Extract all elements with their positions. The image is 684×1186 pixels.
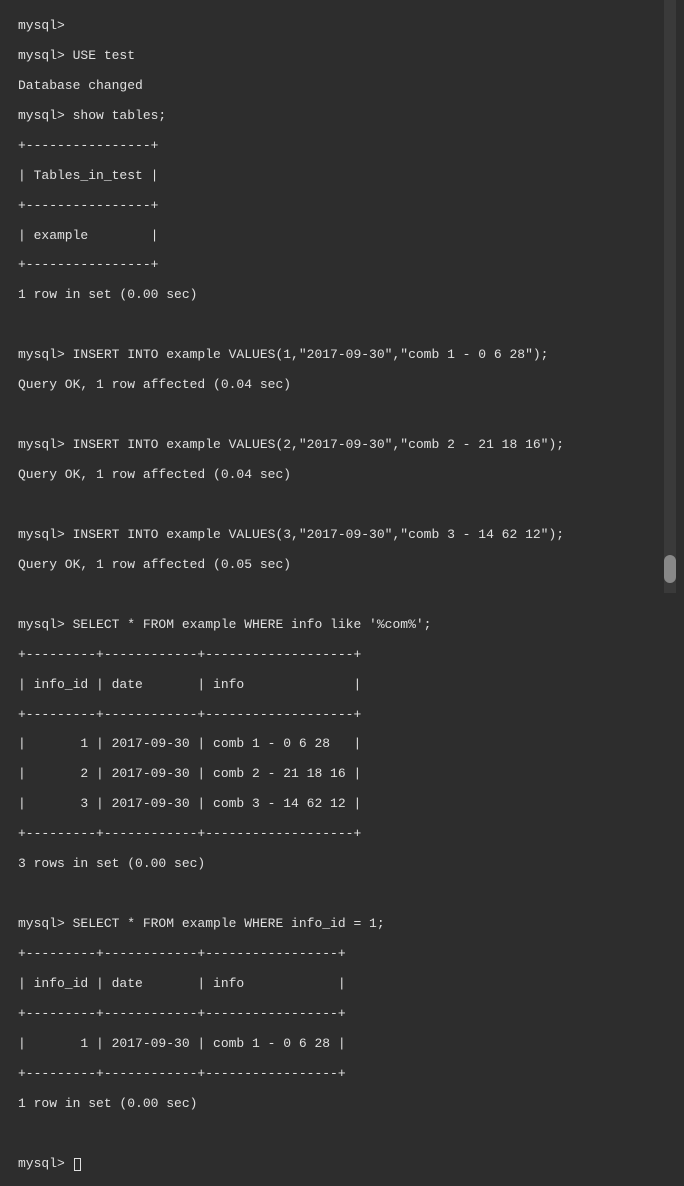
terminal-line	[18, 498, 682, 513]
scrollbar-thumb[interactable]	[664, 555, 676, 583]
terminal-line: | 2 | 2017-09-30 | comb 2 - 21 18 16 |	[18, 767, 682, 782]
terminal-line: mysql> INSERT INTO example VALUES(3,"201…	[18, 528, 682, 543]
terminal-line: mysql>	[18, 19, 682, 34]
terminal-line	[18, 408, 682, 423]
scrollbar-track[interactable]	[664, 0, 676, 593]
terminal-line: +---------+------------+----------------…	[18, 1067, 682, 1082]
terminal-line: mysql> USE test	[18, 49, 682, 64]
terminal-line: | 1 | 2017-09-30 | comb 1 - 0 6 28 |	[18, 737, 682, 752]
terminal-line: +----------------+	[18, 199, 682, 214]
terminal-line: | 1 | 2017-09-30 | comb 1 - 0 6 28 |	[18, 1037, 682, 1052]
terminal-line: +----------------+	[18, 139, 682, 154]
terminal-line: +---------+------------+----------------…	[18, 827, 682, 842]
terminal-line: +---------+------------+----------------…	[18, 947, 682, 962]
terminal-line: Query OK, 1 row affected (0.04 sec)	[18, 468, 682, 483]
terminal-line: +---------+------------+----------------…	[18, 648, 682, 663]
terminal-line: Query OK, 1 row affected (0.04 sec)	[18, 378, 682, 393]
terminal-line	[18, 588, 682, 603]
terminal-line: | info_id | date | info |	[18, 678, 682, 693]
terminal-prompt: mysql>	[18, 1156, 73, 1171]
terminal-line: 1 row in set (0.00 sec)	[18, 288, 682, 303]
terminal-prompt-line[interactable]: mysql>	[18, 1157, 682, 1172]
terminal-line: 3 rows in set (0.00 sec)	[18, 857, 682, 872]
terminal-line: | example |	[18, 229, 682, 244]
terminal-line: +----------------+	[18, 258, 682, 273]
terminal-line: mysql> SELECT * FROM example WHERE info …	[18, 618, 682, 633]
terminal-line: mysql> INSERT INTO example VALUES(2,"201…	[18, 438, 682, 453]
terminal-line: Database changed	[18, 79, 682, 94]
terminal-line: | Tables_in_test |	[18, 169, 682, 184]
terminal-line: | 3 | 2017-09-30 | comb 3 - 14 62 12 |	[18, 797, 682, 812]
terminal-output[interactable]: mysql> mysql> USE test Database changed …	[0, 0, 684, 1186]
terminal-line: Query OK, 1 row affected (0.05 sec)	[18, 558, 682, 573]
terminal-line	[18, 1127, 682, 1142]
terminal-line	[18, 887, 682, 902]
terminal-line: 1 row in set (0.00 sec)	[18, 1097, 682, 1112]
terminal-line: mysql> SELECT * FROM example WHERE info_…	[18, 917, 682, 932]
cursor-icon	[74, 1158, 81, 1171]
terminal-line: mysql> show tables;	[18, 109, 682, 124]
terminal-line: +---------+------------+----------------…	[18, 708, 682, 723]
terminal-line: mysql> INSERT INTO example VALUES(1,"201…	[18, 348, 682, 363]
terminal-line: | info_id | date | info |	[18, 977, 682, 992]
terminal-line	[18, 318, 682, 333]
terminal-line: +---------+------------+----------------…	[18, 1007, 682, 1022]
